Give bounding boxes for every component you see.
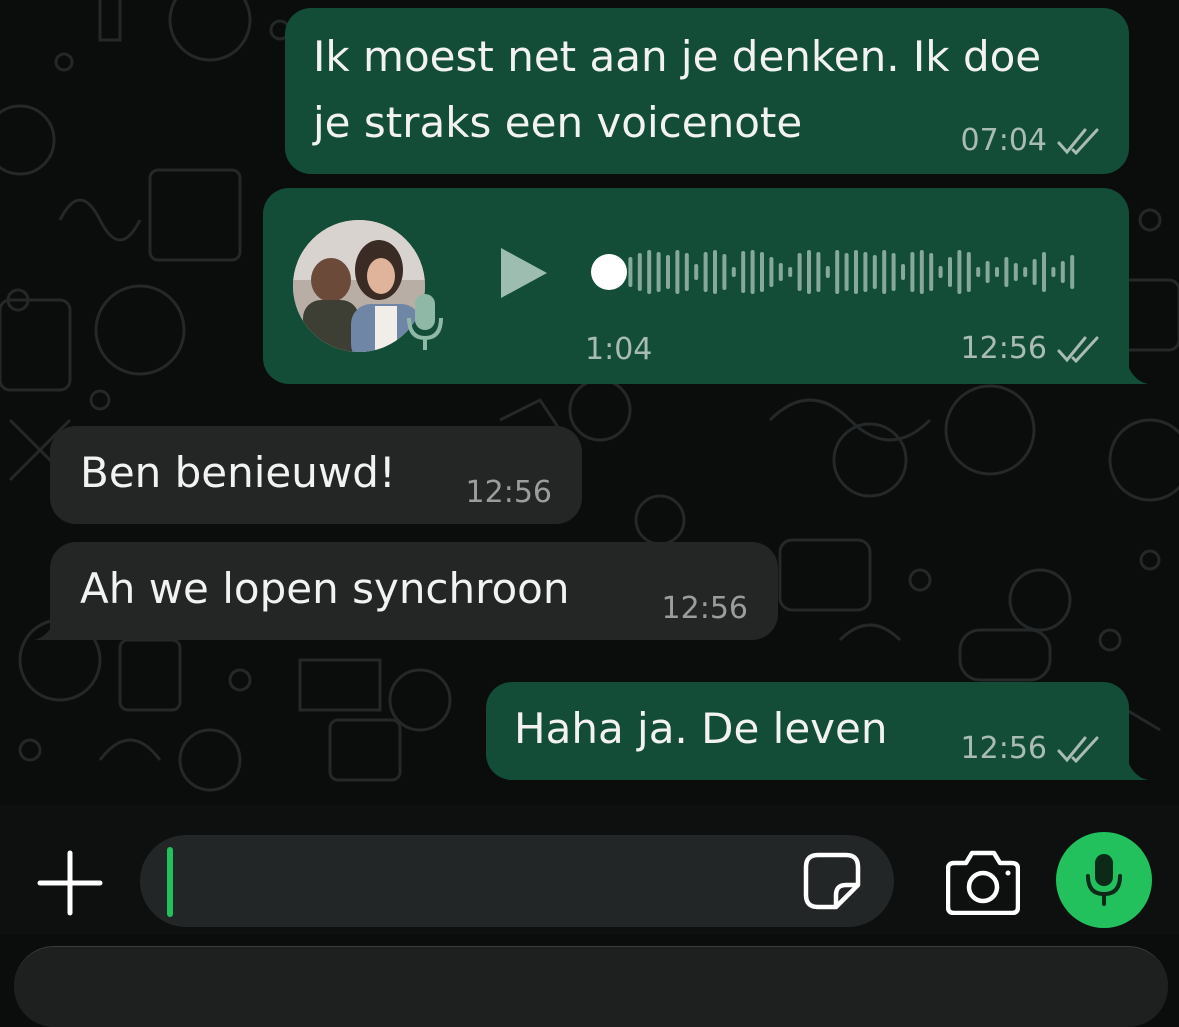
waveform-bar	[628, 257, 633, 287]
waveform-bar	[910, 252, 915, 292]
waveform-bar	[1023, 267, 1028, 277]
bubble-tail	[1126, 756, 1148, 780]
message-time: 12:56	[465, 475, 552, 510]
message-meta: 12:56	[662, 591, 748, 626]
waveform-bar	[1032, 259, 1037, 285]
double-check-icon	[1057, 736, 1099, 763]
waveform-bar	[656, 252, 661, 292]
sticker-icon[interactable]	[802, 851, 862, 911]
waveform-bar	[713, 250, 717, 294]
microphone-icon	[1086, 854, 1122, 906]
waveform-bar	[750, 250, 755, 294]
message-bubble-outgoing[interactable]: Haha ja. De leven 12:56	[486, 682, 1129, 780]
message-meta: 12:56	[961, 731, 1101, 766]
waveform-bar	[919, 250, 924, 294]
waveform-bar	[844, 253, 849, 291]
waveform-bar	[995, 267, 999, 277]
voice-waveform[interactable]	[591, 242, 1081, 302]
waveform-bar	[1051, 267, 1056, 277]
message-time: 12:56	[661, 591, 748, 626]
waveform-bar	[835, 250, 840, 294]
waveform-bar	[1042, 252, 1046, 292]
chat-area: Ik moest net aan je denken. Ik doe je st…	[0, 0, 1179, 805]
message-bubble-incoming[interactable]: Ah we lopen synchroon 12:56	[50, 542, 778, 640]
double-check-icon	[1057, 128, 1099, 155]
waveform-bar	[703, 252, 708, 292]
playback-scrubber[interactable]	[591, 254, 627, 290]
waveform-bar	[948, 257, 952, 287]
text-caret	[167, 847, 173, 917]
keyboard-panel-edge	[14, 946, 1168, 1027]
waveform-bar	[957, 250, 962, 294]
waveform-bar	[1004, 257, 1009, 287]
waveform-bar	[1013, 263, 1018, 281]
waveform-bar	[778, 263, 783, 281]
waveform-bar	[816, 252, 821, 292]
waveform-bar	[694, 264, 699, 280]
waveform-bar	[1060, 261, 1065, 283]
bubble-tail	[1126, 360, 1148, 384]
waveform-bar	[647, 250, 652, 294]
waveform-bar	[1070, 255, 1075, 289]
plus-icon[interactable]	[36, 849, 104, 917]
waveform-bar	[863, 252, 868, 292]
message-bubble-outgoing[interactable]: Ik moest net aan je denken. Ik doe je st…	[285, 8, 1129, 174]
waveform-bar	[891, 253, 896, 291]
waveform-bar	[929, 253, 934, 291]
message-input-bar	[0, 805, 1179, 935]
message-time: 07:04	[960, 123, 1047, 158]
message-text: Ah we lopen synchroon	[80, 564, 570, 613]
voice-record-button[interactable]	[1056, 832, 1152, 928]
message-input[interactable]	[140, 835, 894, 927]
waveform-bar	[797, 253, 802, 291]
waveform-bar	[637, 253, 642, 291]
message-bubble-incoming[interactable]: Ben benieuwd! 12:56	[50, 426, 582, 524]
message-meta: 12:56	[466, 475, 552, 510]
waveform-bar	[966, 252, 971, 292]
waveform-bar	[938, 266, 943, 278]
waveform-bar	[825, 266, 830, 278]
waveform-bar	[901, 264, 905, 280]
voice-duration: 1:04	[585, 332, 653, 367]
waveform-bar	[976, 267, 981, 277]
waveform-bar	[741, 251, 746, 293]
waveform-bar	[985, 261, 990, 283]
voice-message-bubble[interactable]: 1:04 12:56	[263, 188, 1129, 384]
waveform-bar	[769, 257, 774, 287]
message-text: Ben benieuwd!	[80, 448, 396, 497]
message-text: Haha ja. De leven	[514, 704, 888, 753]
message-meta: 12:56	[961, 331, 1101, 366]
bubble-tail	[34, 616, 56, 640]
waveform-bar	[731, 267, 736, 277]
waveform-bar	[666, 255, 670, 289]
waveform-bar	[854, 250, 858, 294]
double-check-icon	[1057, 336, 1099, 363]
message-text-line-1: Ik moest net aan je denken. Ik doe	[313, 32, 1042, 81]
waveform-bar	[882, 250, 887, 294]
message-time: 12:56	[960, 731, 1047, 766]
camera-icon[interactable]	[946, 849, 1020, 915]
waveform-bar	[788, 267, 793, 277]
avatar-photo	[293, 220, 425, 352]
message-meta: 07:04	[961, 123, 1101, 158]
microphone-badge-icon	[407, 294, 443, 350]
waveform-bar	[684, 253, 689, 291]
waveform-bar	[675, 250, 680, 294]
message-time: 12:56	[960, 331, 1047, 366]
play-icon[interactable]	[499, 246, 549, 300]
waveform-bar	[807, 250, 811, 294]
waveform-bar	[722, 254, 727, 290]
waveform-bar	[760, 252, 764, 292]
message-text-line-2: je straks een voicenote	[313, 98, 803, 147]
waveform-bar	[872, 255, 877, 289]
avatar	[293, 220, 425, 352]
